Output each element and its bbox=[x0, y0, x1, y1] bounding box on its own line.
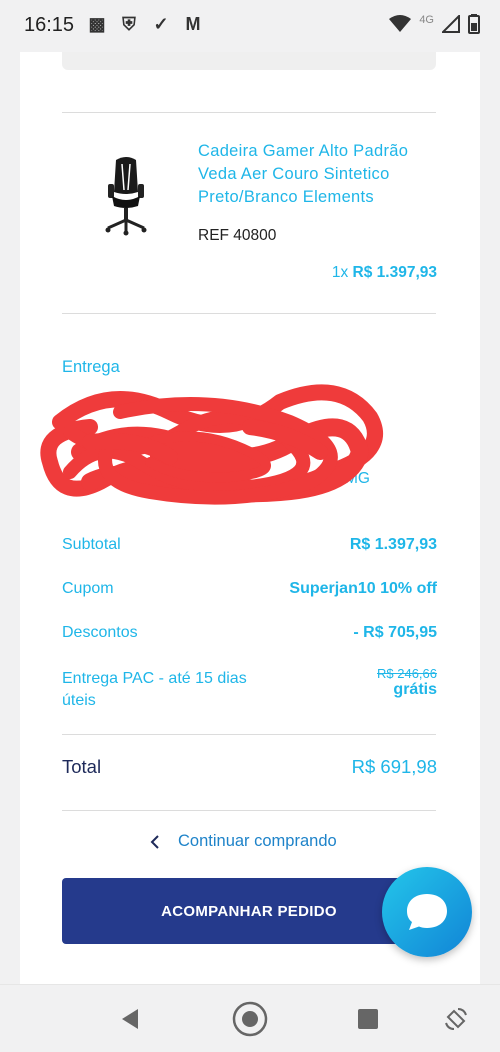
chat-bubble-icon bbox=[407, 894, 447, 930]
product-quantity: 1x bbox=[331, 264, 349, 281]
track-order-button[interactable]: ACOMPANHAR PEDIDO bbox=[62, 878, 436, 944]
divider bbox=[62, 313, 436, 314]
discount-value: - R$ 705,95 bbox=[353, 624, 437, 641]
coupon-label: Cupom bbox=[62, 580, 114, 597]
continue-shopping-label: Continuar comprando bbox=[178, 832, 337, 850]
battery-icon bbox=[468, 14, 480, 34]
order-summary-card: Cadeira Gamer Alto Padrão Veda Aer Couro… bbox=[20, 52, 480, 984]
status-bar: 16:15 ▩ ⛨ ✓ M 4G bbox=[0, 0, 500, 52]
home-button[interactable] bbox=[232, 1001, 268, 1037]
status-time: 16:15 bbox=[24, 14, 75, 36]
divider bbox=[62, 810, 436, 811]
status-notification-icons: ▩ ⛨ ✓ M bbox=[86, 14, 204, 35]
back-triangle-icon bbox=[122, 1009, 138, 1029]
shipping-label: Entrega PAC - até 15 dias úteis bbox=[62, 670, 247, 709]
wifi-icon bbox=[389, 15, 412, 32]
product-image bbox=[105, 157, 147, 236]
chevron-left-icon bbox=[150, 834, 159, 849]
rotate-icon bbox=[445, 1008, 467, 1030]
recents-button[interactable] bbox=[350, 1001, 386, 1037]
back-button[interactable] bbox=[112, 1001, 148, 1037]
home-circle-icon bbox=[232, 1001, 268, 1037]
coupon-value: Superjan10 10% off bbox=[289, 580, 437, 597]
shipping-value-block: R$ 246,66 grátis bbox=[377, 666, 437, 699]
signal-icon bbox=[442, 15, 460, 33]
status-system-icons: 4G bbox=[389, 14, 480, 34]
continue-shopping-link[interactable]: Continuar comprando bbox=[150, 832, 337, 851]
product-name-link[interactable]: Cadeira Gamer Alto Padrão Veda Aer Couro… bbox=[198, 140, 438, 209]
divider bbox=[62, 734, 436, 735]
check-badge-icon: ✓ bbox=[153, 14, 169, 34]
total-label: Total bbox=[62, 756, 102, 777]
total-value: R$ 691,98 bbox=[351, 756, 437, 777]
product-quantity-price: 1x R$ 1.397,93 bbox=[332, 264, 437, 282]
subtotal-value: R$ 1.397,93 bbox=[349, 536, 437, 553]
product-price: R$ 1.397,93 bbox=[352, 264, 437, 281]
rotate-button[interactable] bbox=[438, 1001, 474, 1037]
system-navigation-bar bbox=[0, 984, 500, 1052]
shipping-free-value: grátis bbox=[393, 681, 437, 698]
shipping-original-price: R$ 246,66 bbox=[377, 666, 437, 681]
notification-app-icon: ▩ bbox=[88, 14, 106, 34]
gmail-icon: M bbox=[185, 14, 201, 34]
product-ref: REF 40800 bbox=[198, 227, 277, 244]
subtotal-label: Subtotal bbox=[62, 536, 121, 553]
chat-button[interactable] bbox=[382, 867, 472, 957]
delivery-title: Entrega bbox=[62, 358, 120, 376]
discount-label: Descontos bbox=[62, 624, 138, 641]
previous-section-block bbox=[62, 52, 436, 70]
divider bbox=[62, 112, 436, 113]
redaction-scribble bbox=[40, 384, 383, 505]
recents-square-icon bbox=[358, 1009, 378, 1029]
network-type: 4G bbox=[419, 14, 434, 26]
shield-icon: ⛨ bbox=[122, 14, 136, 34]
